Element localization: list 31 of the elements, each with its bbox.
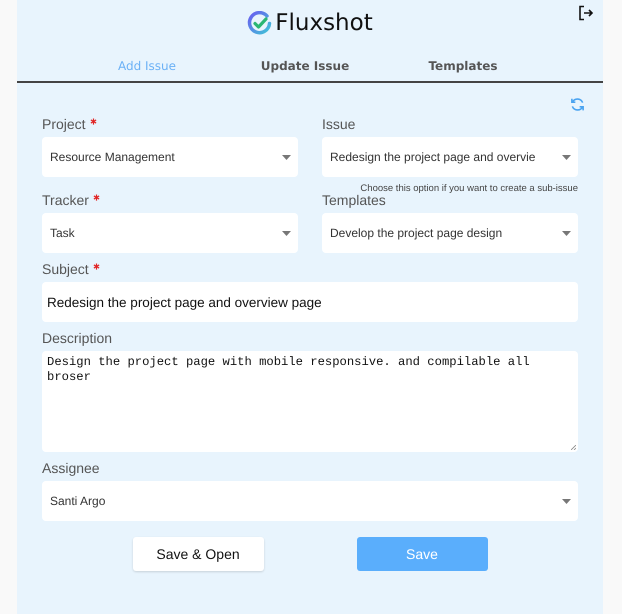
resize-grip-icon[interactable]: [571, 445, 576, 450]
tab[interactable]: Update Issue: [226, 58, 384, 72]
input-field[interactable]: Redesign the project page and overview page: [42, 282, 578, 322]
caret-icon: [282, 230, 291, 236]
caret-icon: [562, 498, 571, 504]
required-icon: [92, 194, 100, 201]
required-icon: [92, 263, 100, 270]
dropdown[interactable]: Redesign the project page and overvie: [322, 137, 578, 177]
field-label: Assignee: [42, 460, 100, 476]
app-title: Fluxshot: [275, 10, 373, 36]
caret-icon: [282, 154, 291, 160]
caret-icon: [562, 154, 571, 160]
field-label: Subject: [42, 261, 89, 277]
dropdown[interactable]: Task: [42, 213, 298, 253]
hint-text: Choose this option if you want to create a sub-issue: [359, 183, 578, 194]
logout-icon[interactable]: [578, 5, 594, 21]
dropdown[interactable]: Santi Argo: [42, 481, 578, 521]
text-area[interactable]: Design the project page with mobile responsive. and compilable all broser: [42, 351, 578, 452]
field-label: Templates: [322, 192, 386, 208]
field-label: Issue: [322, 116, 356, 132]
tab[interactable]: Templates: [384, 58, 542, 72]
dropdown[interactable]: Develop the project page design: [322, 213, 578, 253]
dropdown[interactable]: Resource Management: [42, 137, 298, 177]
save-open-button[interactable]: Save & Open: [132, 537, 264, 571]
field-label: Description: [42, 330, 112, 346]
field-label: Project: [42, 116, 86, 132]
field-label: Tracker: [42, 192, 89, 208]
required-icon: [90, 118, 97, 125]
refresh-icon[interactable]: [570, 97, 585, 112]
logo-icon: [247, 10, 272, 36]
caret-icon: [562, 230, 571, 236]
